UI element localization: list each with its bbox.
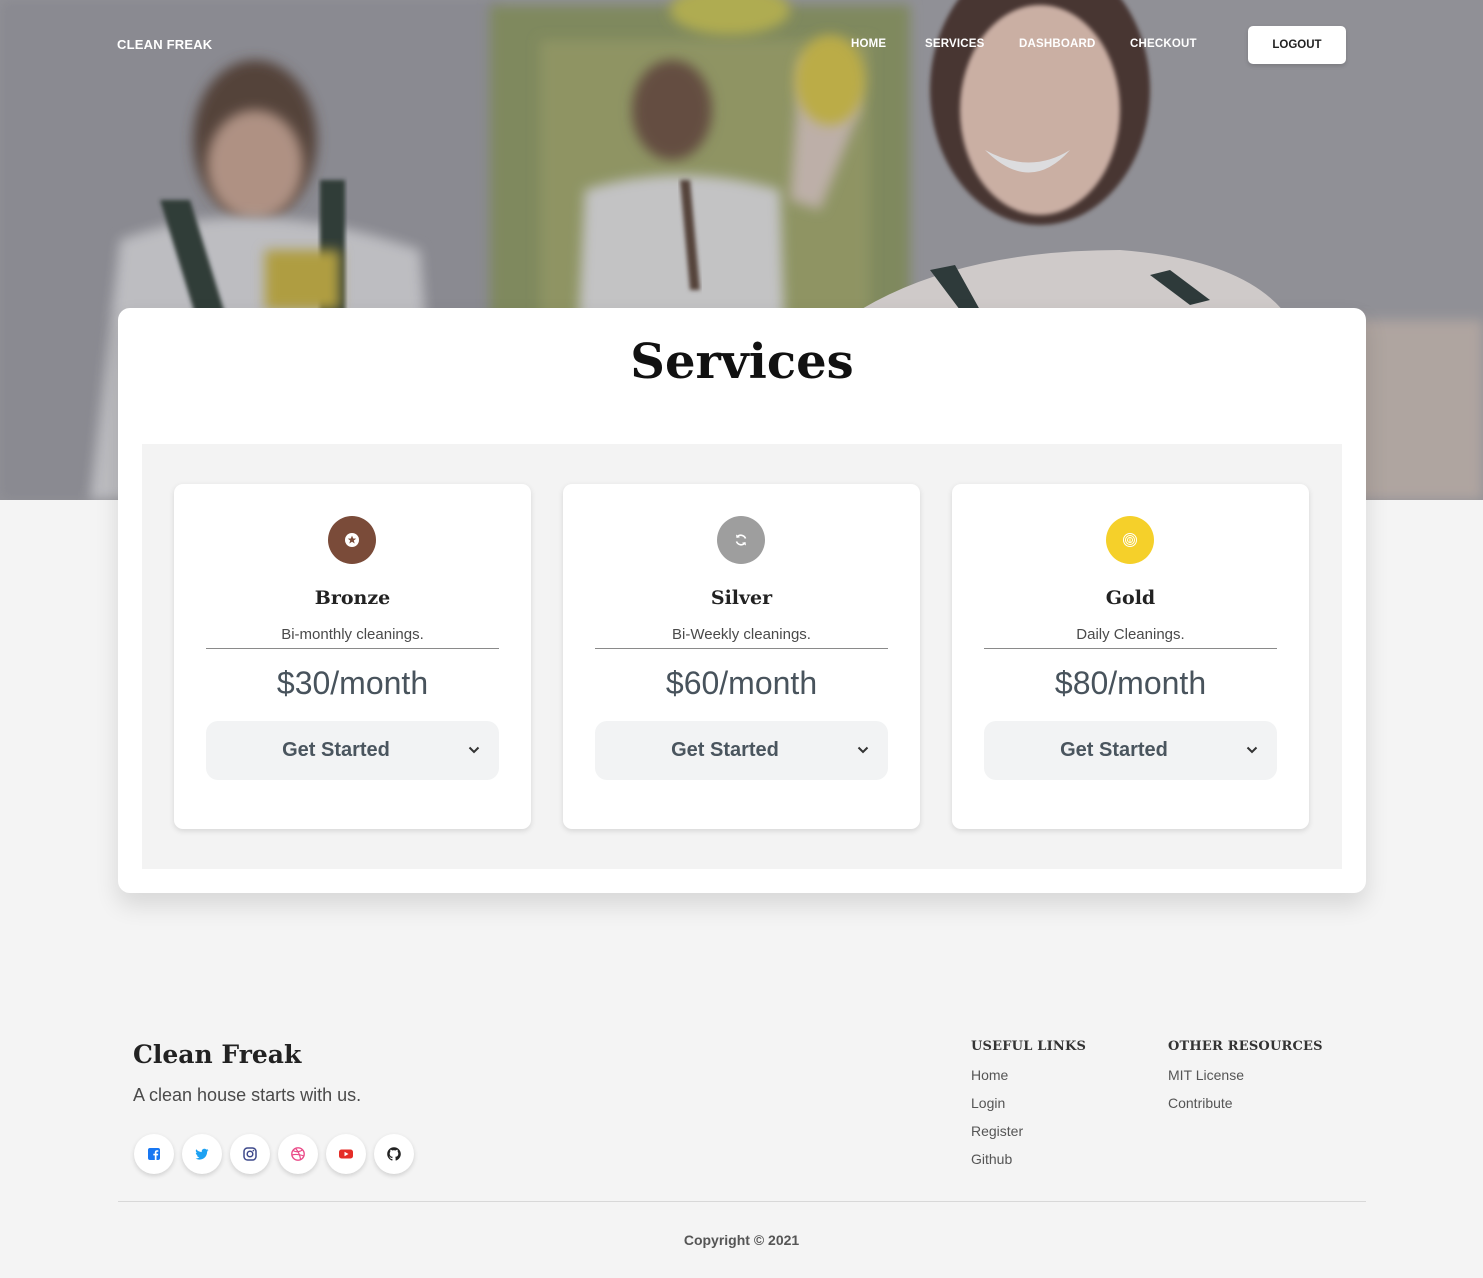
youtube-button[interactable] [326,1134,366,1174]
fingerprint-icon [1123,533,1137,547]
plan-description: Daily Cleanings. [984,626,1277,649]
plans-container: Bronze Bi-monthly cleanings. $30/month G… [142,444,1342,869]
plan-price: $80/month [1054,665,1207,701]
plan-card-gold: Gold Daily Cleanings. $80/month Get Star… [952,484,1309,829]
top-navbar: CLEAN FREAK HOME SERVICES DASHBOARD CHEC… [0,0,1483,90]
nav-link-home[interactable]: HOME [851,38,886,50]
logout-button[interactable]: LOGOUT [1248,26,1346,64]
other-resources-heading: OTHER RESOURCES [1168,1039,1323,1054]
nav-link-dashboard[interactable]: DASHBOARD [1019,38,1096,50]
footer-link-register[interactable]: Register [971,1123,1023,1139]
twitter-button[interactable] [182,1134,222,1174]
twitter-icon [195,1148,209,1160]
footer-divider [118,1201,1366,1202]
dropdown-label: Get Started [1060,739,1168,761]
footer-link-mit-license[interactable]: MIT License [1168,1067,1244,1083]
nav-link-services[interactable]: SERVICES [925,38,985,50]
star-icon [345,533,359,547]
github-button[interactable] [374,1134,414,1174]
footer-link-github[interactable]: Github [971,1151,1012,1167]
brand-logo[interactable]: CLEAN FREAK [117,37,212,52]
dropdown-label: Get Started [282,739,390,761]
plan-price: $60/month [665,665,818,701]
plan-icon-badge [328,516,376,564]
get-started-dropdown[interactable]: Get Started [984,721,1277,780]
plan-icon-badge [717,516,765,564]
plan-price: $30/month [276,665,429,701]
dribbble-button[interactable] [278,1134,318,1174]
get-started-dropdown[interactable]: Get Started [206,721,499,780]
nav-link-checkout[interactable]: CHECKOUT [1130,38,1197,50]
services-card: Services Bronze Bi-monthly cleanings. $3… [118,308,1366,893]
plan-name: Gold [1105,587,1156,609]
instagram-icon [243,1147,257,1161]
plan-description: Bi-Weekly cleanings. [595,626,888,649]
footer-link-login[interactable]: Login [971,1095,1005,1111]
refresh-icon [735,534,747,546]
facebook-button[interactable] [134,1134,174,1174]
chevron-down-icon [1246,746,1258,754]
plan-card-silver: Silver Bi-Weekly cleanings. $60/month Ge… [563,484,920,829]
get-started-dropdown[interactable]: Get Started [595,721,888,780]
dropdown-label: Get Started [671,739,779,761]
page-title: Services [630,334,854,390]
useful-links-heading: USEFUL LINKS [971,1039,1087,1054]
footer-link-home[interactable]: Home [971,1067,1008,1083]
footer-brand: Clean Freak [133,1040,302,1069]
dribbble-icon [291,1147,305,1161]
footer-tagline: A clean house starts with us. [133,1085,362,1105]
plan-card-bronze: Bronze Bi-monthly cleanings. $30/month G… [174,484,531,829]
plan-description: Bi-monthly cleanings. [206,626,499,649]
chevron-down-icon [857,746,869,754]
chevron-down-icon [468,746,480,754]
footer-link-contribute[interactable]: Contribute [1168,1095,1233,1111]
copyright-text: Copyright © 2021 [683,1232,800,1248]
plan-name: Bronze [314,587,391,609]
instagram-button[interactable] [230,1134,270,1174]
github-icon [387,1147,401,1161]
plan-icon-badge [1106,516,1154,564]
facebook-icon [148,1148,160,1160]
youtube-icon [339,1149,353,1159]
plan-name: Silver [710,587,773,609]
